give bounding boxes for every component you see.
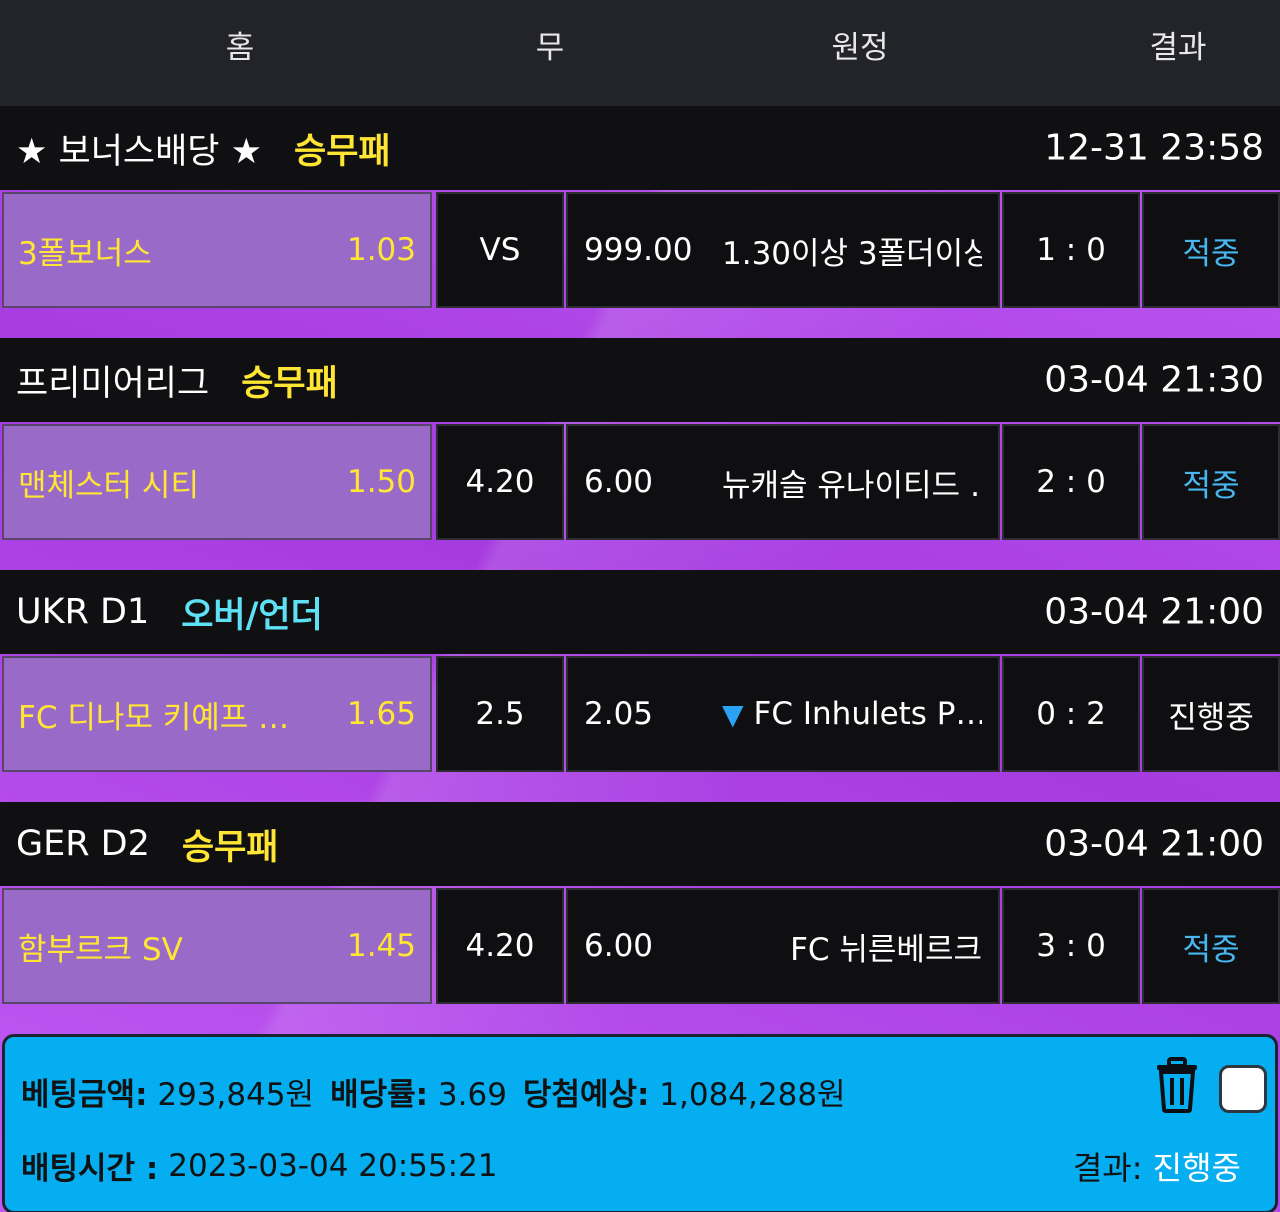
away-odds-cell[interactable]: 999.00 1.30이상 3폴더이상 xyxy=(566,192,1000,308)
draw-odds: 4.20 xyxy=(465,464,535,500)
draw-odds-cell[interactable]: 4.20 xyxy=(436,424,564,540)
bet-time-line: 배팅시간 : 2023-03-04 20:55:21 xyxy=(21,1143,498,1188)
bet-time-label: 배팅시간 : xyxy=(21,1151,159,1187)
bet-summary-line: 베팅금액: 293,845원 배당률: 3.69 당첨예상: 1,084,288… xyxy=(21,1069,846,1114)
away-odds-cell[interactable]: 6.00 뉴캐슬 유나이티드 … xyxy=(566,424,1000,540)
home-team-name: 맨체스터 시티 xyxy=(18,467,199,504)
bet-amount-value: 293,845원 xyxy=(157,1077,315,1113)
home-team-name: 함부르크 SV xyxy=(18,931,183,968)
bet-time-value: 2023-03-04 20:55:21 xyxy=(168,1147,498,1184)
game-block: ★ 보너스배당 ★ 승무패 12-31 23:58 3폴보너스 1.03 VS … xyxy=(0,106,1280,338)
column-draw: 무 xyxy=(535,30,565,66)
home-odds-cell[interactable]: FC 디나모 키예프 … 1.65 xyxy=(2,656,432,772)
under-arrow-icon: ▼ xyxy=(722,697,744,731)
game-block: 프리미어리그 승무패 03-04 21:30 맨체스터 시티 1.50 4.20… xyxy=(0,338,1280,570)
league-name: 프리미어리그 xyxy=(16,363,210,404)
league-name: UKR D1 xyxy=(16,592,150,632)
draw-odds-cell[interactable]: 2.5 xyxy=(436,656,564,772)
home-odds: 1.50 xyxy=(346,464,416,500)
result-cell: 적중 xyxy=(1142,424,1280,540)
column-result: 결과 xyxy=(1149,30,1207,66)
home-odds-cell[interactable]: 맨체스터 시티 1.50 xyxy=(2,424,432,540)
expected-win-label: 당첨예상: xyxy=(522,1077,650,1113)
result-status: 적중 xyxy=(1182,235,1240,272)
bet-summary-panel: 베팅금액: 293,845원 배당률: 3.69 당첨예상: 1,084,288… xyxy=(2,1034,1278,1212)
score-cell: 0 : 2 xyxy=(1002,656,1140,772)
home-team-name: 3폴보너스 xyxy=(18,235,152,272)
result-cell: 진행중 xyxy=(1142,656,1280,772)
draw-odds: 4.20 xyxy=(465,928,535,964)
away-odds: 999.00 xyxy=(584,232,693,268)
summary-result: 결과: 진행중 xyxy=(1073,1143,1241,1189)
score: 0 : 2 xyxy=(1036,696,1106,732)
summary-result-label: 결과: xyxy=(1072,1149,1143,1187)
home-team-name: FC 디나모 키예프 … xyxy=(18,699,290,736)
game-block: GER D2 승무패 03-04 21:00 함부르크 SV 1.45 4.20… xyxy=(0,802,1280,1034)
draw-odds-cell[interactable]: 4.20 xyxy=(436,888,564,1004)
handicap-line: 2.5 xyxy=(475,696,525,732)
league-name: ★ 보너스배당 ★ xyxy=(16,131,263,172)
league-name: GER D2 xyxy=(16,824,150,864)
draw-odds-cell[interactable]: VS xyxy=(436,192,564,308)
home-odds: 1.65 xyxy=(346,696,416,732)
column-away: 원정 xyxy=(831,30,889,66)
game-title-bar: 프리미어리그 승무패 03-04 21:30 xyxy=(0,338,1280,422)
market-type: 오버/언더 xyxy=(181,595,323,636)
home-odds: 1.45 xyxy=(346,928,416,964)
odds-label: 배당률: xyxy=(330,1077,429,1113)
score: 3 : 0 xyxy=(1036,928,1106,964)
bet-amount-label: 베팅금액: xyxy=(21,1077,148,1113)
draw-odds: VS xyxy=(479,232,521,268)
betting-slip: 홈 무 원정 결과 ★ 보너스배당 ★ 승무패 12-31 23:58 3폴보너… xyxy=(0,0,1280,1212)
summary-result-value: 진행중 xyxy=(1152,1149,1241,1187)
trash-icon[interactable] xyxy=(1153,1057,1201,1113)
game-title-bar: GER D2 승무패 03-04 21:00 xyxy=(0,802,1280,886)
result-status: 적중 xyxy=(1182,467,1240,504)
home-odds-cell[interactable]: 함부르크 SV 1.45 xyxy=(2,888,432,1004)
home-odds: 1.03 xyxy=(346,232,416,268)
market-type: 승무패 xyxy=(294,131,391,172)
game-block: UKR D1 오버/언더 03-04 21:00 FC 디나모 키예프 … 1.… xyxy=(0,570,1280,802)
score: 2 : 0 xyxy=(1036,464,1106,500)
score-cell: 3 : 0 xyxy=(1002,888,1140,1004)
score: 1 : 0 xyxy=(1036,232,1106,268)
away-team-name: 뉴캐슬 유나이티드 … xyxy=(722,467,982,504)
market-type: 승무패 xyxy=(241,363,338,404)
expected-win-value: 1,084,288원 xyxy=(659,1077,846,1113)
away-team-name: FC Inhulets P… xyxy=(753,696,982,732)
column-home: 홈 xyxy=(225,30,255,66)
away-odds: 6.00 xyxy=(584,928,654,964)
away-odds: 6.00 xyxy=(584,464,654,500)
away-team-name: 1.30이상 3폴더이상 xyxy=(722,235,982,272)
odds-value: 3.69 xyxy=(437,1077,507,1113)
away-team-name: FC 뉘른베르크 xyxy=(790,931,982,968)
away-odds-cell[interactable]: 6.00 FC 뉘른베르크 xyxy=(566,888,1000,1004)
column-header: 홈 무 원정 결과 xyxy=(0,0,1280,106)
home-odds-cell[interactable]: 3폴보너스 1.03 xyxy=(2,192,432,308)
game-time: 03-04 21:00 xyxy=(1044,823,1264,865)
select-checkbox[interactable] xyxy=(1219,1065,1267,1113)
game-time: 03-04 21:30 xyxy=(1044,359,1264,401)
away-odds: 2.05 xyxy=(584,696,654,732)
game-time: 03-04 21:00 xyxy=(1044,591,1264,633)
game-time: 12-31 23:58 xyxy=(1044,127,1264,169)
game-title-bar: ★ 보너스배당 ★ 승무패 12-31 23:58 xyxy=(0,106,1280,190)
market-type: 승무패 xyxy=(181,827,279,868)
score-cell: 1 : 0 xyxy=(1002,192,1140,308)
result-status: 진행중 xyxy=(1168,699,1254,736)
game-title-bar: UKR D1 오버/언더 03-04 21:00 xyxy=(0,570,1280,654)
result-cell: 적중 xyxy=(1142,888,1280,1004)
result-status: 적중 xyxy=(1182,931,1240,968)
result-cell: 적중 xyxy=(1142,192,1280,308)
score-cell: 2 : 0 xyxy=(1002,424,1140,540)
away-odds-cell[interactable]: 2.05 ▼ FC Inhulets P… xyxy=(566,656,1000,772)
